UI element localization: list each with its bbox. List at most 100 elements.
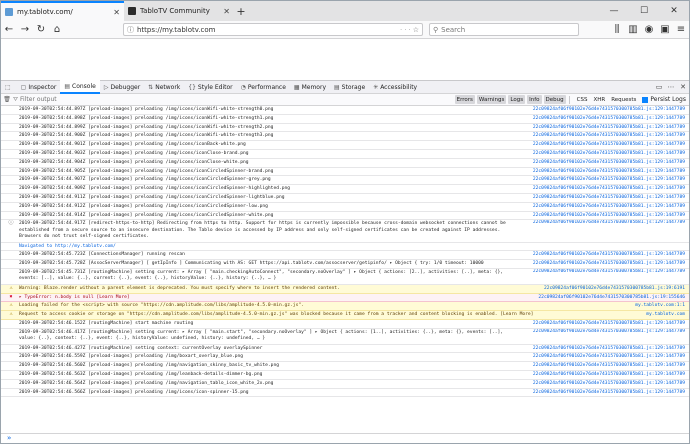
log-message: 2019-09-30T02:54:44.903Z [preload-images… bbox=[19, 150, 249, 156]
maximize-button[interactable]: ☐ bbox=[629, 1, 659, 21]
library-icon[interactable]: ⫼ bbox=[609, 22, 625, 38]
navigation-bar: ← → ↻ ⌂ ⓘ https://my.tablotv.com ··· ☆ ⚲… bbox=[1, 21, 689, 39]
log-source-link[interactable]: 22c09824af06f90102e76d4e7431570300785b81… bbox=[533, 251, 685, 259]
page-actions-icon[interactable]: ··· bbox=[400, 26, 413, 34]
log-source-link[interactable]: 22c09824af06f90102e76d4e7431570300785b81… bbox=[533, 168, 685, 176]
console-icon: ▤ bbox=[64, 82, 71, 90]
filter-input[interactable] bbox=[20, 96, 141, 103]
warning-icon: ⚠ bbox=[9, 302, 13, 309]
log-source-link[interactable]: 22c09824af06f90102e76d4e7431570300785b81… bbox=[533, 150, 685, 158]
log-message: 2019-09-30T02:54:45.723Z [ConnectionsMan… bbox=[19, 252, 185, 258]
log-source-link[interactable]: 22c09824af06f90102e76d4e7431570300785b81… bbox=[533, 194, 685, 202]
account-icon[interactable]: ◉ bbox=[641, 22, 657, 38]
browser-window: my.tablotv.com/ ✕ TabloTV Community ✕ + … bbox=[0, 0, 690, 444]
filter-css[interactable]: CSS bbox=[575, 95, 590, 104]
tab-performance[interactable]: ◔ Performance bbox=[237, 80, 290, 94]
log-row: 2019-09-30T02:54:44.903Z [preload-images… bbox=[1, 150, 689, 159]
tab-community[interactable]: TabloTV Community ✕ bbox=[124, 1, 234, 21]
log-source-link[interactable]: 22c09824af06f90102e76d4e7431570300785b81… bbox=[533, 203, 685, 211]
log-source-link[interactable]: 22c09824af06f90102e76d4e7431570300785b81… bbox=[533, 115, 685, 123]
log-source-link[interactable]: 22c09824af06f90102e76d4e7431570300785b81… bbox=[533, 141, 685, 149]
log-message: Navigated to http://my.tablotv.com/ bbox=[19, 243, 116, 249]
menu-icon[interactable]: ≡ bbox=[673, 22, 689, 38]
log-source-link[interactable]: 22c09824af06f90102e76d4e7431570300785b81… bbox=[533, 380, 685, 388]
tab-debugger[interactable]: ▷ Debugger bbox=[100, 80, 144, 94]
log-source-link[interactable]: 22c09824af06f90102e76d4e7431570300785b81… bbox=[533, 353, 685, 361]
log-source-link[interactable]: 22c09824af06f90102e76d4e7431570300785b81… bbox=[533, 159, 685, 167]
new-tab-button[interactable]: + bbox=[234, 1, 248, 21]
back-icon[interactable]: ← bbox=[1, 22, 17, 38]
tab-label: Inspector bbox=[28, 83, 57, 91]
search-placeholder: Search bbox=[441, 25, 466, 34]
log-row: ⚠ Loading failed for the <script> with so… bbox=[1, 302, 689, 312]
tab-style-editor[interactable]: {} Style Editor bbox=[184, 80, 236, 94]
log-source-link[interactable]: my.tablotv.com bbox=[646, 311, 685, 319]
dock-icon[interactable]: ▭ bbox=[653, 83, 665, 91]
log-source-link[interactable]: 22c09824af06f90102e76d4e7431570300785b81… bbox=[533, 124, 685, 132]
tab-title: TabloTV Community bbox=[140, 7, 210, 15]
log-source-link[interactable]: 22c09824af06f90102e76d4e7431570300785b81… bbox=[533, 345, 685, 353]
filter-warnings[interactable]: Warnings bbox=[476, 95, 507, 104]
console-input[interactable]: » bbox=[1, 433, 689, 443]
filter-logs[interactable]: Logs bbox=[508, 95, 526, 104]
bookmark-star-icon[interactable]: ☆ bbox=[413, 26, 419, 34]
forward-icon[interactable]: → bbox=[17, 22, 33, 38]
log-row: ⚠ Warning: Blaze.render without a parent … bbox=[1, 284, 689, 294]
log-source-link[interactable]: 22c09824af06f90102e76d4e7431570300785b81… bbox=[533, 185, 685, 193]
devtools-menu-icon[interactable]: ⋯ bbox=[665, 83, 677, 91]
tab-memory[interactable]: ▦ Memory bbox=[290, 80, 330, 94]
tab-label: Console bbox=[72, 82, 96, 90]
log-message: 2019-09-30T02:54:44.917Z [redirect-https… bbox=[19, 221, 506, 240]
filter-info[interactable]: Info bbox=[527, 95, 542, 104]
log-source-link[interactable]: 22c09824af06f90102e76d4e7431570300785b81… bbox=[533, 132, 685, 140]
tab-console[interactable]: ▤ Console bbox=[60, 80, 100, 94]
log-source-link[interactable]: 22c09824af06f90102e76d4e7431570300785b81… bbox=[533, 371, 685, 379]
log-source-link[interactable]: 22c09824af06f90102e76d4e7431570300785b81… bbox=[533, 362, 685, 370]
close-tab-icon[interactable]: ✕ bbox=[223, 7, 230, 16]
log-row: 2019-09-30T02:54:44.907Z [preload-images… bbox=[1, 176, 689, 186]
log-source-link[interactable]: 22c09824af06f90102e76d4e7431570300785b81… bbox=[533, 389, 685, 397]
log-source-link[interactable]: 22c09824af06f90102e76d4e7431570300785b81… bbox=[533, 220, 685, 226]
close-window-button[interactable]: ✕ bbox=[659, 1, 689, 21]
log-source-link[interactable]: 22c09824af06f90102e76d4e7431570300785b81… bbox=[533, 260, 685, 268]
log-source-link[interactable]: 22c09824af06f90102e76d4e7431570300785b81… bbox=[533, 106, 685, 114]
address-bar[interactable]: ⓘ https://my.tablotv.com ··· ☆ bbox=[123, 23, 423, 36]
element-picker-icon[interactable]: ⬚ bbox=[1, 80, 17, 94]
log-row: 2019-09-30T02:54:46.566Z [preload-images… bbox=[1, 389, 689, 398]
tab-label: Network bbox=[155, 83, 181, 91]
log-source-link[interactable]: 22c09824af06f90102e76d4e7431570300785b81… bbox=[533, 320, 685, 328]
log-source-link[interactable]: 22c09824af06f90102e76d4e7431570300785b81… bbox=[533, 176, 685, 184]
log-row: 2019-09-30T02:54:45.728Z [AssocServerMan… bbox=[1, 260, 689, 269]
log-message: 2019-09-30T02:54:46.559Z [preload-images… bbox=[19, 354, 244, 360]
filter-errors[interactable]: Errors bbox=[454, 95, 475, 104]
minimize-button[interactable]: — bbox=[599, 1, 629, 21]
filter-debug[interactable]: Debug bbox=[543, 95, 566, 104]
tab-mytablo[interactable]: my.tablotv.com/ ✕ bbox=[1, 1, 124, 21]
persist-logs-checkbox[interactable] bbox=[642, 96, 649, 103]
tab-inspector[interactable]: ▢ Inspector bbox=[17, 80, 61, 94]
reload-icon[interactable]: ↻ bbox=[33, 22, 49, 38]
page-content bbox=[1, 39, 689, 80]
log-source-link[interactable]: my.tablotv.com:1:1 bbox=[635, 302, 685, 310]
log-source-link[interactable]: 22c09824af06f90102e76d4e7431570300785b81… bbox=[533, 329, 685, 335]
tab-network[interactable]: ⇅ Network bbox=[144, 80, 184, 94]
log-message: 2019-09-30T02:54:44.912Z [preload-images… bbox=[19, 203, 268, 209]
clear-console-icon[interactable]: 🗑 bbox=[1, 96, 13, 103]
tab-accessibility[interactable]: ✳ Accessibility bbox=[369, 80, 421, 94]
extension-icon[interactable]: ▣ bbox=[657, 22, 673, 38]
tab-storage[interactable]: ▤ Storage bbox=[330, 80, 369, 94]
log-source-link[interactable]: 22c09824af06f90102e76d4e7431570300785b81… bbox=[533, 212, 685, 220]
log-row: 2019-09-30T02:54:46.427Z [routingMachine… bbox=[1, 345, 689, 354]
devtools-close-icon[interactable]: ✕ bbox=[677, 83, 689, 91]
log-source-link[interactable]: 22c09824af06f90102e76d4e7431570300785b81… bbox=[538, 294, 685, 302]
site-info-icon[interactable]: ⓘ bbox=[127, 25, 134, 35]
home-icon[interactable]: ⌂ bbox=[49, 22, 65, 38]
filter-requests[interactable]: Requests bbox=[609, 95, 638, 104]
log-source-link[interactable]: 22c09824af06f90102e76d4e7431570300785b81… bbox=[533, 269, 685, 275]
log-message: 2019-09-30T02:54:44.901Z [preload-images… bbox=[19, 142, 246, 148]
sidebar-icon[interactable]: ▥ bbox=[625, 22, 641, 38]
log-source-link[interactable]: 22c09824af06f90102e76d4e7431570300785b81… bbox=[544, 285, 685, 293]
close-tab-icon[interactable]: ✕ bbox=[113, 8, 120, 17]
search-input[interactable]: ⚲ Search bbox=[429, 23, 579, 36]
filter-xhr[interactable]: XHR bbox=[591, 95, 607, 104]
